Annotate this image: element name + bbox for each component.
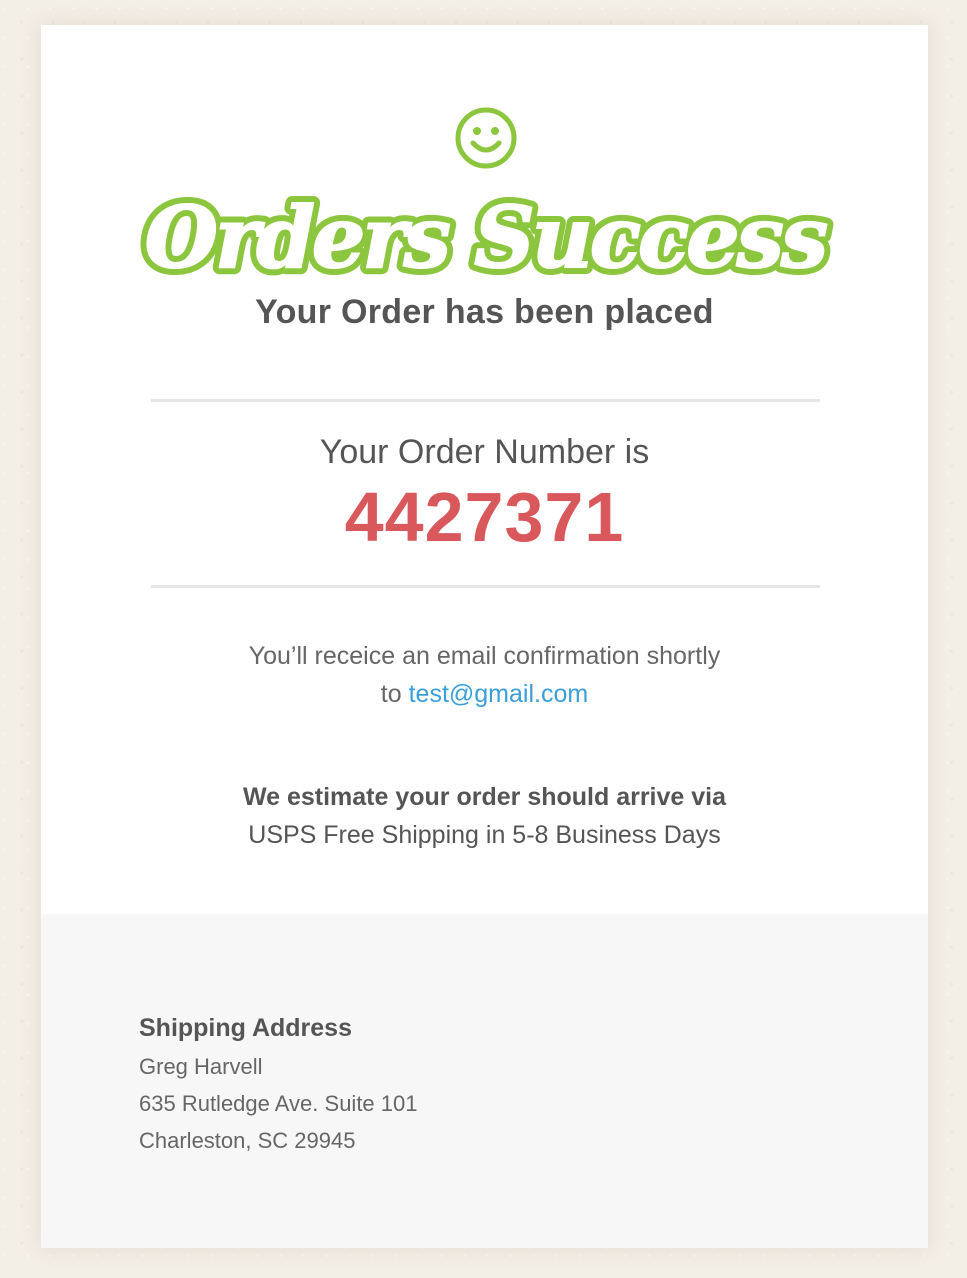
shipping-address-heading: Shipping Address bbox=[139, 1014, 352, 1042]
shipping-street: 635 Rutledge Ave. Suite 101 bbox=[139, 1091, 418, 1116]
orders-success-logo: Orders Success Orders Success bbox=[138, 185, 837, 294]
shipping-name: Greg Harvell bbox=[139, 1054, 263, 1079]
orders-success-logo-text: Orders Success bbox=[145, 188, 827, 287]
delivery-estimate-heading: We estimate your order should arrive via bbox=[242, 783, 727, 811]
order-number-label: Your Order Number is bbox=[319, 433, 650, 471]
shipping-footer: Shipping Address Greg Harvell 635 Rutled… bbox=[41, 914, 928, 1248]
bottom-divider bbox=[151, 585, 820, 588]
top-divider bbox=[151, 399, 820, 402]
smiley-face-icon bbox=[455, 107, 517, 169]
email-confirmation-recipient: to test@gmail.com bbox=[41, 680, 928, 709]
delivery-estimate-details: USPS Free Shipping in 5-8 Business Days bbox=[248, 821, 721, 849]
shipping-city: Charleston, SC 29945 bbox=[139, 1128, 356, 1153]
order-confirmation-card: Orders Success Orders Success Your Order… bbox=[41, 25, 928, 1248]
order-number-value: 4427371 bbox=[344, 478, 625, 556]
email-link[interactable]: test@gmail.com bbox=[409, 680, 589, 708]
email-confirmation-text: You’ll receice an email confirmation sho… bbox=[248, 642, 721, 670]
order-placed-subtitle: Your Order has been placed bbox=[255, 293, 714, 331]
email-confirmation-prefix: to bbox=[380, 680, 402, 708]
